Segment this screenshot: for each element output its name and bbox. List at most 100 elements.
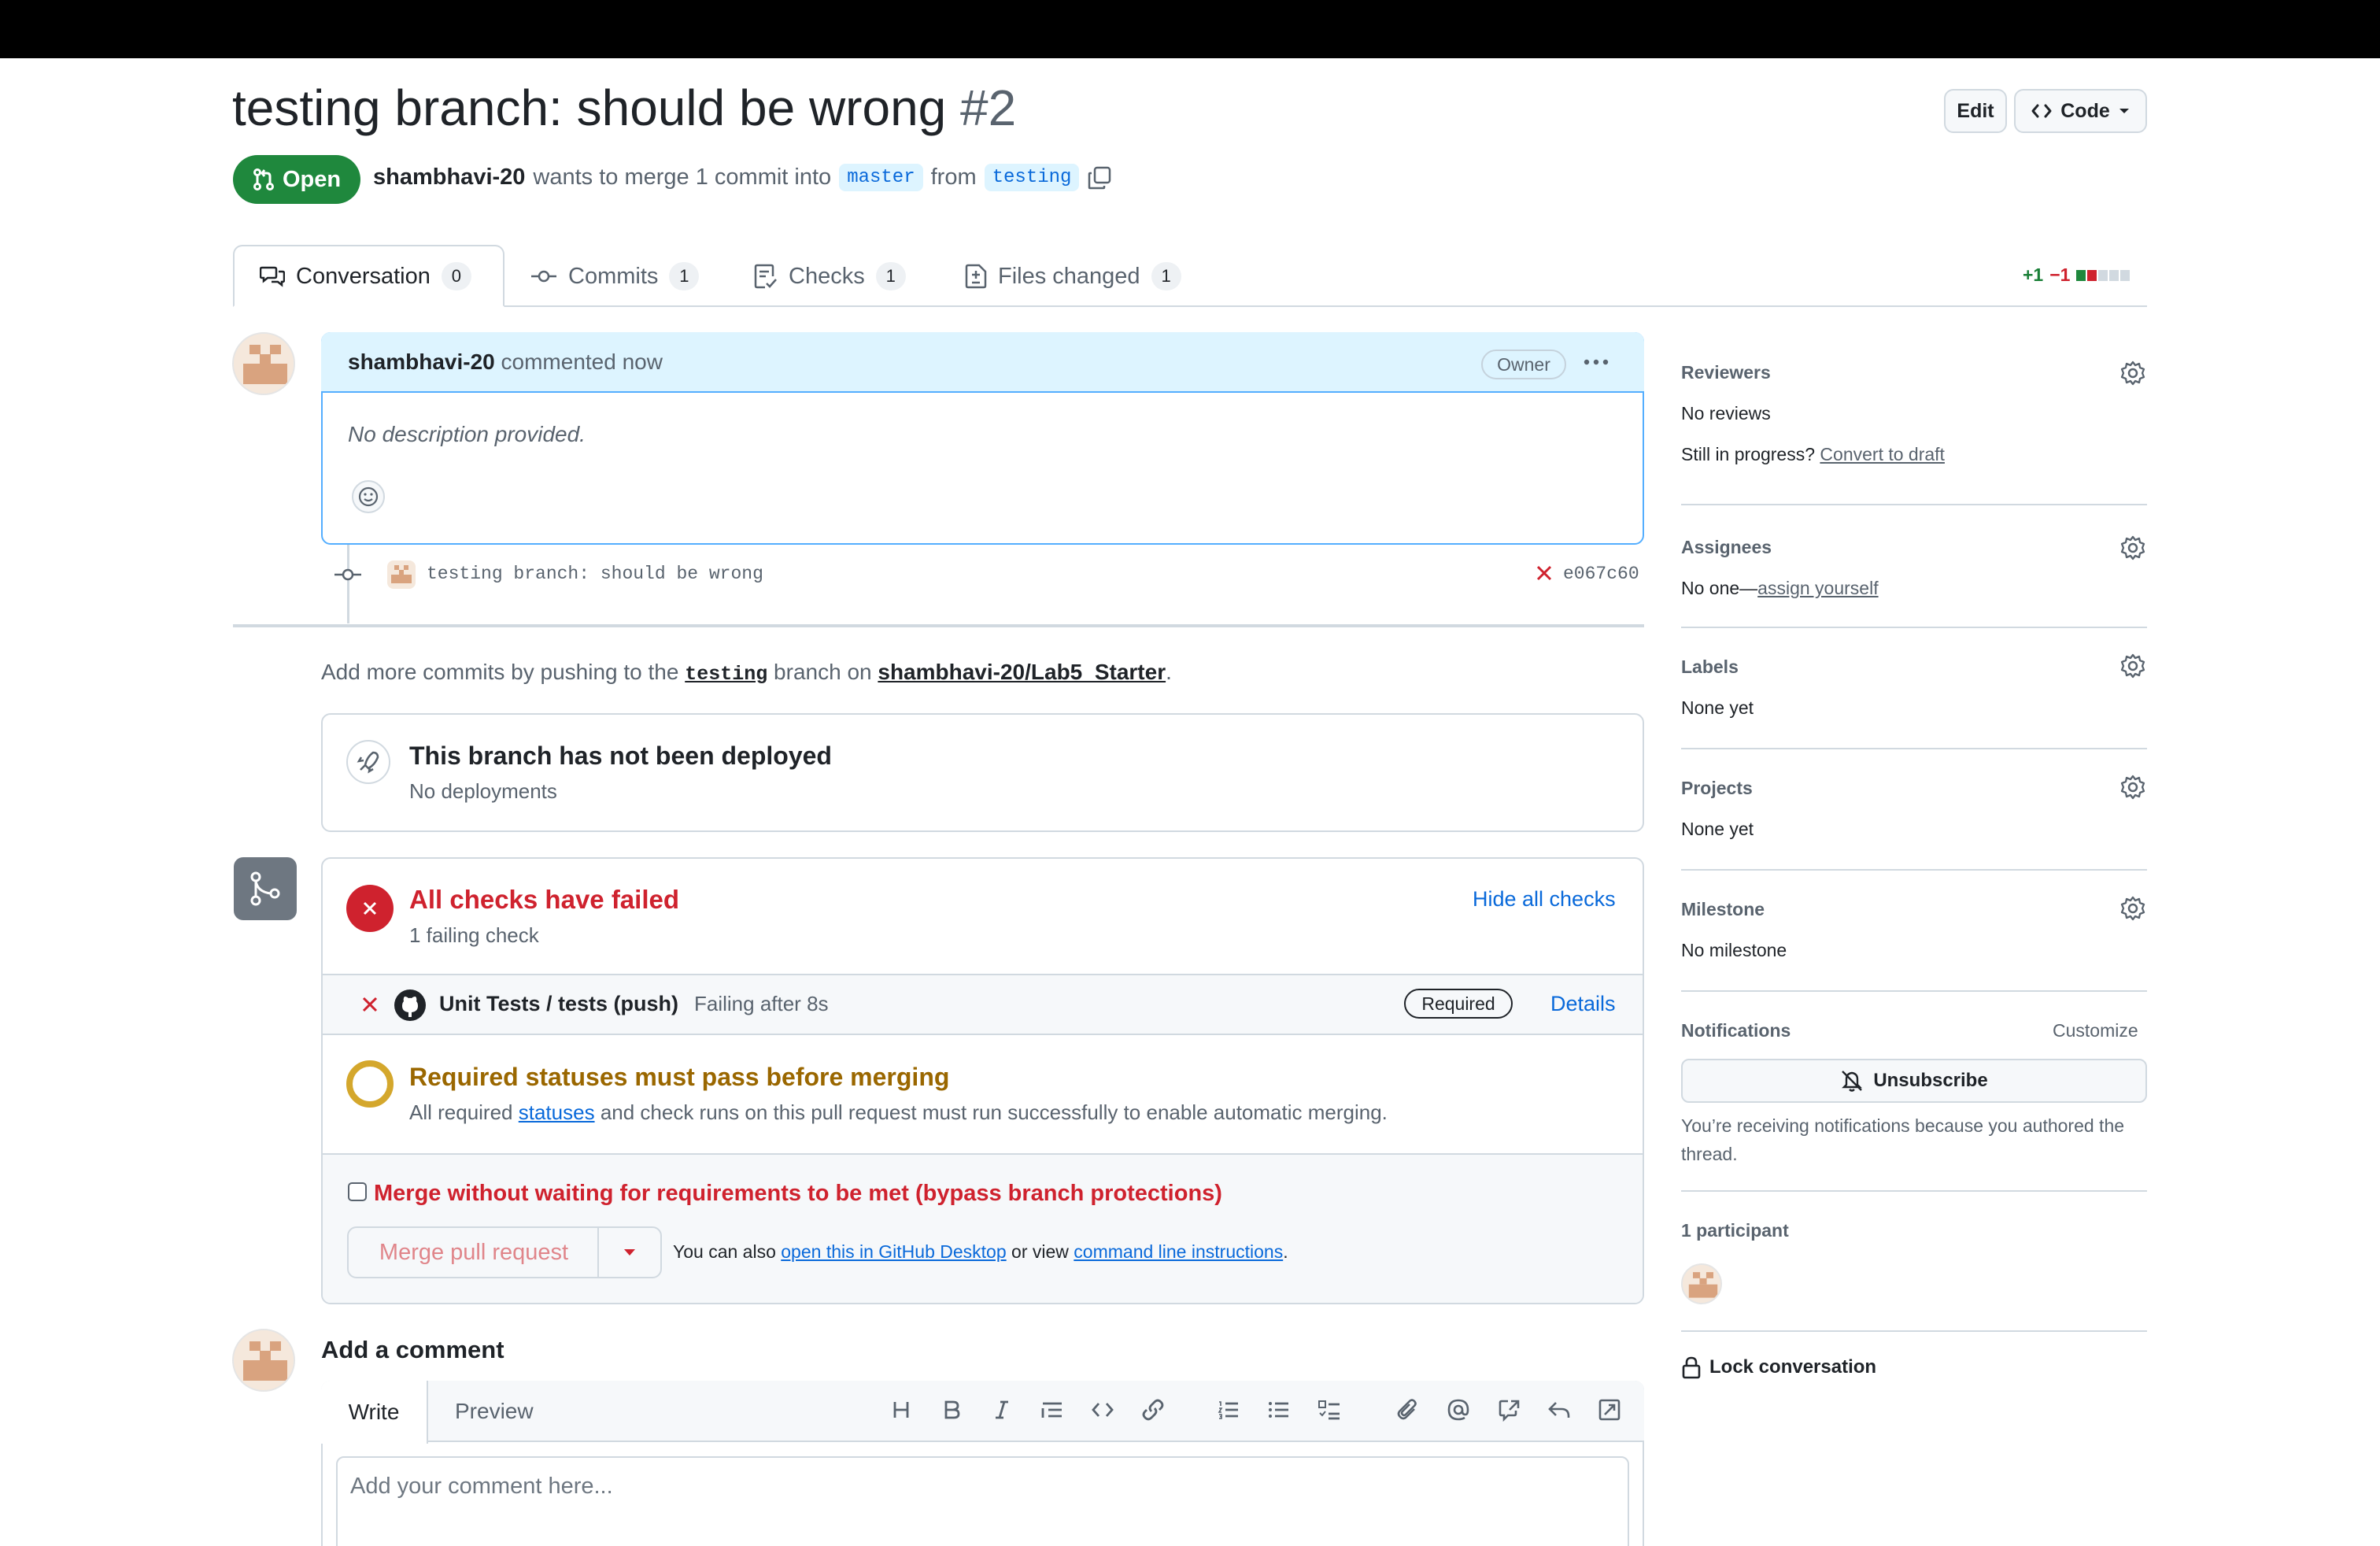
tab-write[interactable]: Write <box>321 1381 428 1444</box>
draft-hint-text: Still in progress? <box>1681 444 1816 464</box>
reviewers-value: No reviews <box>1681 403 1771 423</box>
status-badge: Open <box>233 155 360 204</box>
cli-instructions-link[interactable]: command line instructions <box>1074 1241 1283 1262</box>
kebab-menu-icon[interactable] <box>1582 354 1610 370</box>
bold-icon[interactable] <box>940 1398 963 1422</box>
github-desktop-link[interactable]: open this in GitHub Desktop <box>781 1241 1006 1262</box>
checks-subtitle: 1 failing check <box>409 923 539 947</box>
lock-label: Lock conversation <box>1709 1356 1877 1378</box>
comment-time[interactable]: commented now <box>501 350 663 374</box>
merge-method-dropdown[interactable] <box>597 1226 662 1278</box>
fullscreen-icon[interactable] <box>1598 1398 1621 1422</box>
identicon <box>234 334 294 394</box>
edit-button-label: Edit <box>1957 99 1994 122</box>
link-icon[interactable] <box>1141 1398 1165 1422</box>
diffstat[interactable]: +1 −1 <box>2023 264 2131 286</box>
check-name[interactable]: Unit Tests / tests (push) <box>439 992 678 1016</box>
milestone-heading[interactable]: Milestone <box>1681 899 1765 920</box>
lock-icon <box>1682 1356 1701 1379</box>
commit-icon <box>531 270 556 283</box>
tab-commits[interactable]: Commits 1 <box>530 260 700 293</box>
quote-icon[interactable] <box>1040 1398 1064 1422</box>
hide-checks-button[interactable]: Hide all checks <box>1473 887 1616 912</box>
commit-sha[interactable]: e067c60 <box>1563 564 1639 584</box>
gear-icon[interactable] <box>2120 535 2145 560</box>
push-hint-branch[interactable]: testing <box>685 663 767 686</box>
smiley-icon[interactable] <box>352 480 385 513</box>
gear-icon[interactable] <box>2120 775 2145 800</box>
italic-icon[interactable] <box>990 1398 1014 1422</box>
code-button[interactable]: Code <box>2014 89 2147 133</box>
assign-yourself-link[interactable]: assign yourself <box>1757 578 1878 598</box>
sidebar-divider <box>1681 869 2147 871</box>
customize-link[interactable]: Customize <box>2053 1020 2138 1041</box>
deploy-subtitle: No deployments <box>409 779 557 803</box>
tab-conversation[interactable]: Conversation 0 <box>260 260 471 293</box>
notification-reason: You’re receiving notifications because y… <box>1681 1115 2125 1164</box>
avatar[interactable] <box>232 1329 295 1392</box>
sidebar-divider <box>1681 627 2147 628</box>
paperclip-icon[interactable] <box>1396 1398 1420 1422</box>
checks-failed-icon <box>346 885 394 932</box>
tab-checks[interactable]: Checks 1 <box>754 260 906 293</box>
convert-to-draft-link[interactable]: Convert to draft <box>1820 444 1945 464</box>
notifications-heading: Notifications <box>1681 1020 1791 1041</box>
merge-status-icon <box>234 857 297 920</box>
comment-meta: shambhavi-20 commented now <box>348 350 663 375</box>
code-icon[interactable] <box>1091 1398 1114 1422</box>
author-link[interactable]: shambhavi-20 <box>373 165 525 190</box>
gear-icon[interactable] <box>2120 653 2145 679</box>
numbered-list-icon[interactable] <box>1217 1398 1240 1422</box>
sidebar-divider <box>1681 990 2147 992</box>
tab-label: Files changed <box>998 263 1140 289</box>
labels-heading[interactable]: Labels <box>1681 656 1739 678</box>
head-branch[interactable]: testing <box>984 164 1080 191</box>
base-branch[interactable]: master <box>839 164 923 191</box>
fail-x-icon[interactable] <box>1535 564 1554 583</box>
check-status: Failing after 8s <box>694 992 829 1015</box>
comment-textarea[interactable]: Add your comment here... <box>336 1456 1629 1546</box>
tab-preview[interactable]: Preview <box>455 1399 534 1424</box>
lock-conversation-button[interactable]: Lock conversation <box>1681 1356 1876 1379</box>
statuses-link[interactable]: statuses <box>519 1100 595 1124</box>
required-text-prefix: All required <box>409 1100 513 1124</box>
push-hint: Add more commits by pushing to the testi… <box>321 660 1172 686</box>
merge-pull-request-button[interactable]: Merge pull request <box>347 1226 599 1278</box>
merge-help-prefix: You can also <box>673 1241 776 1262</box>
tab-files-changed[interactable]: Files changed 1 <box>965 260 1181 293</box>
bypass-checkbox[interactable] <box>348 1182 367 1201</box>
unsubscribe-button[interactable]: Unsubscribe <box>1681 1059 2147 1103</box>
avatar[interactable] <box>232 332 295 395</box>
reviewers-heading[interactable]: Reviewers <box>1681 362 1771 383</box>
pr-title: testing branch: should be wrong <box>232 80 947 136</box>
tab-count: 1 <box>875 262 906 290</box>
reply-icon[interactable] <box>1547 1398 1571 1422</box>
sidebar-divider <box>1681 748 2147 749</box>
comment-discussion-icon <box>260 266 285 287</box>
timeline-divider <box>233 624 1644 627</box>
comment-author[interactable]: shambhavi-20 <box>348 350 495 374</box>
details-link[interactable]: Details <box>1550 992 1616 1016</box>
commit-author-avatar[interactable] <box>387 560 416 589</box>
code-button-label: Code <box>2060 99 2110 122</box>
pr-number: #2 <box>960 80 1017 136</box>
page-title: testing branch: should be wrong #2 <box>232 79 1016 137</box>
task-list-icon[interactable] <box>1318 1398 1341 1422</box>
heading-icon[interactable] <box>889 1398 913 1422</box>
repo-link[interactable]: shambhavi-20/Lab5_Starter <box>878 660 1166 684</box>
window-top-bar <box>0 0 2380 58</box>
edit-button[interactable]: Edit <box>1944 89 2007 133</box>
participant-avatar[interactable] <box>1681 1263 1722 1304</box>
commit-icon <box>334 568 361 581</box>
projects-heading[interactable]: Projects <box>1681 778 1753 799</box>
assignees-heading[interactable]: Assignees <box>1681 537 1772 558</box>
cross-reference-icon[interactable] <box>1497 1398 1521 1422</box>
bypass-label[interactable]: Merge without waiting for requirements t… <box>374 1181 1222 1207</box>
bullet-list-icon[interactable] <box>1267 1398 1291 1422</box>
mention-icon[interactable] <box>1447 1398 1470 1422</box>
gear-icon[interactable] <box>2120 896 2145 921</box>
gear-icon[interactable] <box>2120 361 2145 386</box>
commit-message[interactable]: testing branch: should be wrong <box>427 564 763 584</box>
comment-body: No description provided. <box>348 422 586 446</box>
copy-icon[interactable] <box>1087 165 1112 190</box>
